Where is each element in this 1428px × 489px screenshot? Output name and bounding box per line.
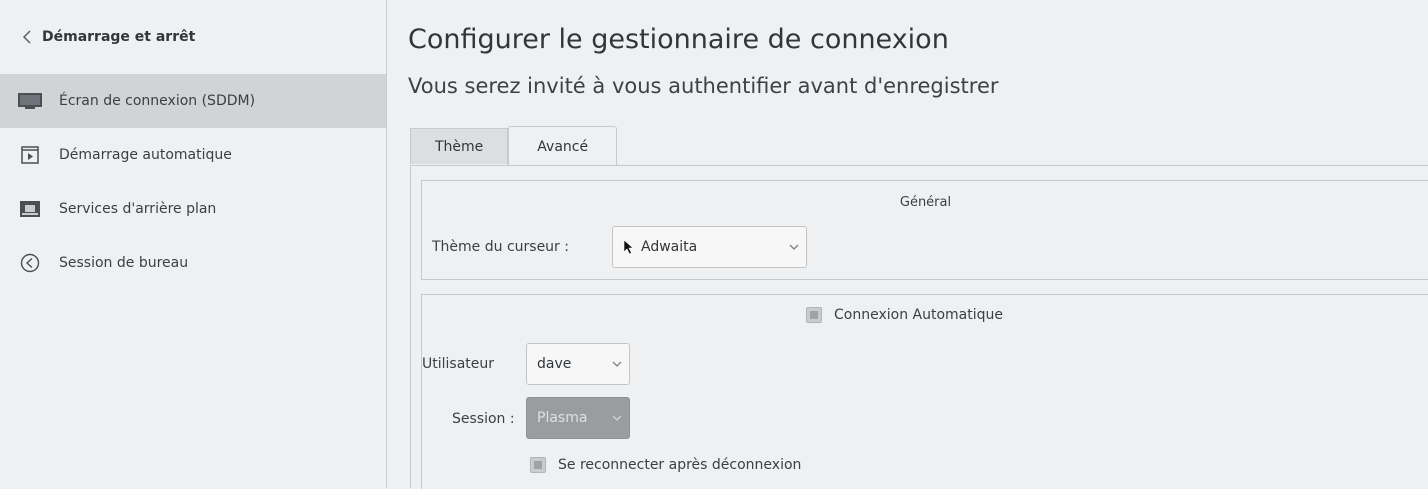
reconnect-checkbox-label: Se reconnecter après déconnexion: [558, 457, 802, 473]
session-value: Plasma: [537, 410, 588, 426]
page-title: Configurer le gestionnaire de connexion: [408, 24, 949, 55]
sidebar-header: Démarrage et arrêt: [0, 0, 386, 74]
reconnect-checkbox[interactable]: [530, 457, 546, 473]
chevron-down-icon: [782, 244, 806, 250]
cursor-arrow-icon: [623, 239, 635, 255]
main-content: Configurer le gestionnaire de connexion …: [388, 0, 1428, 489]
user-value: dave: [537, 356, 572, 372]
session-label: Session :: [452, 411, 515, 427]
sidebar-item-autostart[interactable]: Démarrage automatique: [0, 128, 386, 182]
tab-panel-advanced: Général Thème du curseur : Adwaita Conne…: [410, 165, 1428, 489]
user-label: Utilisateur: [422, 356, 495, 372]
page-subtitle: Vous serez invité à vous authentifier av…: [408, 74, 999, 98]
general-group: Général Thème du curseur : Adwaita: [421, 180, 1428, 280]
tab-theme[interactable]: Thème: [410, 128, 509, 164]
tab-advanced[interactable]: Avancé: [508, 126, 618, 166]
cursor-theme-combobox[interactable]: Adwaita: [612, 226, 807, 268]
tab-bar: Thème Avancé: [410, 126, 618, 166]
autologin-checkbox-row[interactable]: Connexion Automatique: [806, 307, 1003, 323]
sidebar-item-desktop-session[interactable]: Session de bureau: [0, 236, 386, 290]
sidebar-item-login-screen[interactable]: Écran de connexion (SDDM): [0, 74, 386, 128]
autologin-checkbox-label: Connexion Automatique: [834, 307, 1003, 323]
sidebar-header-title: Démarrage et arrêt: [42, 29, 196, 45]
sidebar: Démarrage et arrêt Écran de connexion (S…: [0, 0, 387, 488]
chevron-down-icon: [605, 415, 629, 421]
autologin-group: Connexion Automatique Utilisateur dave S…: [421, 294, 1428, 489]
services-icon: [17, 199, 43, 219]
autostart-icon: [17, 145, 43, 165]
reconnect-checkbox-row[interactable]: Se reconnecter après déconnexion: [530, 457, 801, 473]
autologin-checkbox[interactable]: [806, 307, 822, 323]
sidebar-item-label: Démarrage automatique: [59, 147, 232, 163]
cursor-theme-value-wrap: Adwaita: [613, 239, 782, 255]
session-combobox[interactable]: Plasma: [526, 397, 630, 439]
general-group-title: Général: [899, 195, 952, 210]
monitor-icon: [17, 91, 43, 111]
sidebar-item-services[interactable]: Services d'arrière plan: [0, 182, 386, 236]
user-combobox[interactable]: dave: [526, 343, 630, 385]
cursor-theme-label: Thème du curseur :: [432, 239, 569, 255]
session-icon: [17, 253, 43, 273]
sidebar-item-label: Session de bureau: [59, 255, 189, 271]
sidebar-item-label: Services d'arrière plan: [59, 201, 217, 217]
sidebar-item-label: Écran de connexion (SDDM): [59, 93, 256, 109]
chevron-left-icon[interactable]: [20, 30, 34, 44]
cursor-theme-value: Adwaita: [641, 239, 698, 255]
chevron-down-icon: [605, 361, 629, 367]
